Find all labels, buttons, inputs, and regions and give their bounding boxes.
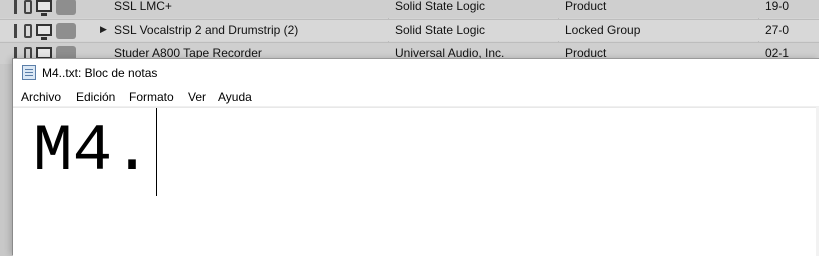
text-editor[interactable]: M4. bbox=[13, 107, 819, 256]
menu-edicion[interactable]: Edición bbox=[76, 90, 115, 104]
row-date: 27-0 bbox=[765, 23, 790, 37]
window-title: M4..txt: Bloc de notas bbox=[42, 66, 158, 80]
row-status-icons bbox=[14, 23, 76, 40]
background-plugin-list: SSL LMC+ Solid State Logic Product 19-0 … bbox=[0, 0, 819, 64]
menu-ver[interactable]: Ver bbox=[188, 90, 206, 104]
row-vendor: Solid State Logic bbox=[395, 23, 486, 37]
expand-arrow-icon[interactable]: ▶ bbox=[100, 24, 107, 35]
row-type: Product bbox=[565, 0, 607, 13]
monitor-icon bbox=[36, 0, 52, 16]
plug-icon bbox=[24, 0, 32, 14]
row-date: 19-0 bbox=[765, 0, 790, 13]
mic-icon bbox=[14, 0, 17, 14]
editor-text[interactable]: M4. bbox=[33, 112, 152, 192]
menu-ayuda[interactable]: Ayuda bbox=[218, 90, 252, 104]
mic-icon bbox=[14, 24, 17, 38]
menu-archivo[interactable]: Archivo bbox=[21, 90, 61, 104]
plug-icon bbox=[24, 24, 32, 38]
menu-bar: Archivo Edición Formato Ver Ayuda bbox=[13, 87, 819, 107]
row-name: SSL Vocalstrip 2 and Drumstrip (2) bbox=[114, 23, 299, 37]
row-status-icons bbox=[14, 0, 76, 16]
row-name: SSL LMC+ bbox=[114, 0, 172, 13]
cloud-icon bbox=[56, 23, 76, 39]
menu-formato[interactable]: Formato bbox=[129, 90, 174, 104]
title-bar[interactable]: M4..txt: Bloc de notas bbox=[13, 59, 819, 87]
cloud-icon bbox=[56, 0, 76, 15]
row-type: Locked Group bbox=[565, 23, 641, 37]
row-vendor: Solid State Logic bbox=[395, 0, 486, 13]
text-caret bbox=[156, 108, 157, 196]
notepad-icon bbox=[22, 65, 36, 80]
list-row[interactable]: SSL LMC+ Solid State Logic Product 19-0 bbox=[0, 0, 819, 18]
notepad-window[interactable]: M4..txt: Bloc de notas Archivo Edición F… bbox=[12, 58, 819, 256]
monitor-icon bbox=[36, 24, 52, 40]
list-row[interactable]: ▶ SSL Vocalstrip 2 and Drumstrip (2) Sol… bbox=[0, 19, 819, 41]
